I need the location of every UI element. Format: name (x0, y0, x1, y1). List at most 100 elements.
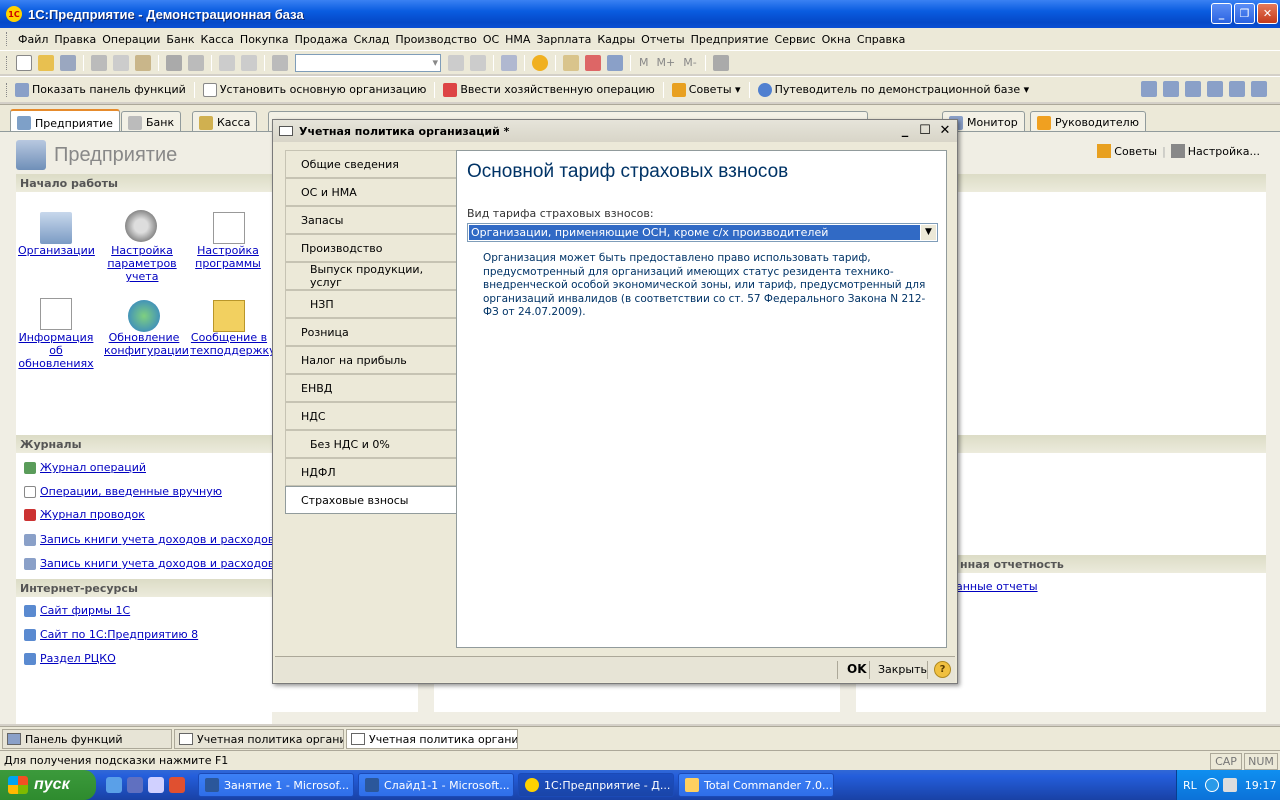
journal-entries-link[interactable]: Журнал проводок (24, 508, 145, 521)
nav-item[interactable]: НЗП (285, 290, 456, 318)
open-folder-icon[interactable] (38, 54, 54, 71)
calendar-icon[interactable] (585, 54, 601, 71)
nav-item[interactable]: Налог на прибыль (285, 346, 456, 374)
reports-link[interactable]: анные отчеты (956, 580, 1038, 593)
enter-operation-button[interactable]: Ввести хозяйственную операцию (439, 82, 658, 97)
tools-icon[interactable] (712, 54, 729, 71)
menu-bank[interactable]: Банк (163, 33, 197, 46)
journal-usn-link[interactable]: Запись книги учета доходов и расходов (У… (24, 533, 305, 546)
menu-file[interactable]: Файл (15, 33, 51, 46)
search-icon[interactable] (272, 54, 288, 71)
nav-item[interactable]: Без НДС и 0% (285, 430, 456, 458)
tips-button[interactable]: Советы ▾ (668, 82, 745, 97)
toolbar-icon-5[interactable] (1229, 81, 1245, 97)
network-icon[interactable] (1204, 778, 1219, 792)
set-org-button[interactable]: Установить основную организацию (199, 82, 431, 97)
tab-cash[interactable]: Касса (192, 111, 258, 133)
menu-fixed-assets[interactable]: ОС (480, 33, 502, 46)
menu-enterprise[interactable]: Предприятие (688, 33, 772, 46)
config-update-link[interactable]: Обновление конфигурации (104, 331, 189, 357)
nav-item[interactable]: Выпуск продукции, услуг (285, 262, 456, 290)
journal-ip-link[interactable]: Запись книги учета доходов и расходов (И… (24, 557, 303, 570)
tariff-select[interactable]: Организации, применяющие ОСН, кроме с/х … (467, 223, 938, 242)
nav-item[interactable]: Производство (285, 234, 456, 262)
start-button[interactable]: пуск (0, 770, 96, 800)
save-icon[interactable] (60, 54, 76, 71)
minimize-button[interactable]: _ (1211, 3, 1232, 24)
tab-bank[interactable]: Банк (121, 111, 182, 133)
window-tab-functions[interactable]: Панель функций (2, 729, 172, 749)
find-prev-icon[interactable] (470, 54, 486, 71)
journal-operations-link[interactable]: Журнал операций (24, 461, 146, 474)
menu-help[interactable]: Справка (854, 33, 908, 46)
menu-cash[interactable]: Касса (198, 33, 237, 46)
nav-item[interactable]: НДФЛ (285, 458, 456, 486)
organizations-link[interactable]: Организации (18, 244, 95, 257)
quicklaunch-outlook-icon[interactable] (127, 777, 143, 793)
nav-item[interactable]: ЕНВД (285, 374, 456, 402)
window-tab-policy-1[interactable]: Учетная политика организ... (174, 729, 344, 749)
menu-operations[interactable]: Операции (99, 33, 163, 46)
dialog-minimize-button[interactable]: _ (897, 123, 913, 138)
organizations-icon[interactable] (40, 212, 72, 244)
copy-icon[interactable] (113, 54, 129, 71)
taskbar-1c[interactable]: 1С:Предприятие - Д... (518, 773, 674, 797)
undo-icon[interactable] (219, 54, 235, 71)
taskbar-word-1[interactable]: Занятие 1 - Microsof... (198, 773, 354, 797)
toolbar-icon-3[interactable] (1185, 81, 1201, 97)
close-button[interactable]: ✕ (1257, 3, 1278, 24)
tab-manager[interactable]: Руководителю (1030, 111, 1146, 133)
toolbar-icon-1[interactable] (1141, 81, 1157, 97)
panel-tips-link[interactable]: Советы (1114, 145, 1157, 158)
menu-edit[interactable]: Правка (51, 33, 99, 46)
volume-icon[interactable] (1222, 778, 1237, 792)
print-icon[interactable] (166, 54, 182, 71)
quicklaunch-ie-icon[interactable] (106, 777, 122, 793)
nav-item[interactable]: Запасы (285, 206, 456, 234)
paste-icon[interactable] (135, 54, 151, 71)
users-icon[interactable] (607, 54, 623, 71)
windows-icon[interactable] (501, 54, 517, 71)
rcko-link[interactable]: Раздел РЦКО (24, 652, 116, 665)
support-message-link[interactable]: Сообщение в техподдержку (190, 331, 276, 357)
globe-icon[interactable] (128, 300, 160, 332)
panel-settings-link[interactable]: Настройка... (1188, 145, 1260, 158)
quicklaunch-media-icon[interactable] (148, 777, 164, 793)
nav-item[interactable]: Розница (285, 318, 456, 346)
language-indicator[interactable]: RL (1183, 779, 1197, 792)
ok-button[interactable]: OK (847, 662, 867, 676)
print-preview-icon[interactable] (188, 54, 204, 71)
toolbar-icon-6[interactable] (1251, 81, 1267, 97)
show-panel-button[interactable]: Показать панель функций (11, 82, 190, 97)
envelope-icon[interactable] (213, 300, 245, 332)
memory-minus-button[interactable]: M- (679, 56, 700, 69)
new-document-icon[interactable] (16, 54, 32, 71)
guide-button[interactable]: Путеводитель по демонстрационной базе ▾ (754, 82, 1034, 97)
toolbar-icon-2[interactable] (1163, 81, 1179, 97)
close-dialog-button[interactable]: Закрыть (878, 663, 927, 676)
accounting-settings-link[interactable]: Настройка параметров учета (104, 244, 180, 283)
nav-item[interactable]: Общие сведения (285, 150, 456, 178)
menu-sales[interactable]: Продажа (292, 33, 351, 46)
menu-windows[interactable]: Окна (819, 33, 854, 46)
program-settings-link[interactable]: Настройка программы (190, 244, 266, 270)
info-icon[interactable] (532, 54, 548, 71)
site-enterprise8-link[interactable]: Сайт по 1С:Предприятию 8 (24, 628, 198, 641)
nav-item[interactable]: НДС (285, 402, 456, 430)
gear-icon[interactable] (125, 210, 157, 242)
quicklaunch-app-icon[interactable] (169, 777, 185, 793)
checklist-icon[interactable] (213, 212, 245, 244)
find-next-icon[interactable] (448, 54, 464, 71)
nav-item[interactable]: ОС и НМА (285, 178, 456, 206)
window-tab-policy-2[interactable]: Учетная политика организ... (346, 729, 518, 749)
update-info-icon[interactable] (40, 298, 72, 330)
menu-salary[interactable]: Зарплата (533, 33, 594, 46)
help-icon[interactable]: ? (934, 661, 951, 678)
menu-purchase[interactable]: Покупка (237, 33, 292, 46)
window-titlebar[interactable]: 1С 1С:Предприятие - Демонстрационная баз… (0, 0, 1280, 28)
calculator-icon[interactable] (563, 54, 579, 71)
dialog-maximize-button[interactable]: ☐ (917, 123, 933, 138)
cut-icon[interactable] (91, 54, 107, 71)
menu-intangibles[interactable]: НМА (502, 33, 533, 46)
menu-production[interactable]: Производство (392, 33, 479, 46)
